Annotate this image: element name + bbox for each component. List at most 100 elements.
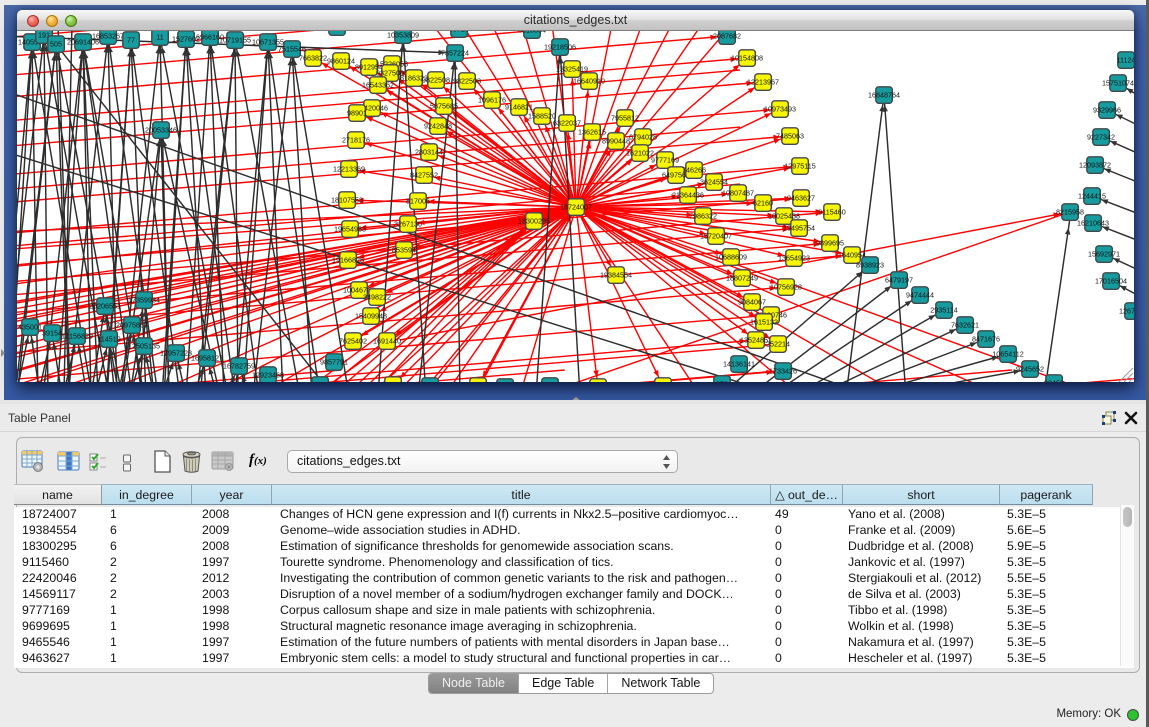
- svg-text:18107553: 18107553: [331, 195, 363, 204]
- svg-text:15692971: 15692971: [1088, 249, 1120, 258]
- svg-text:9857791: 9857791: [320, 357, 348, 366]
- svg-text:8938923: 8938923: [856, 260, 884, 269]
- svg-text:19654983: 19654983: [334, 224, 366, 233]
- svg-text:19218506: 19218506: [544, 42, 576, 51]
- svg-text:9463627: 9463627: [787, 193, 815, 202]
- svg-text:10756928: 10756928: [770, 282, 802, 291]
- svg-text:39154: 39154: [42, 328, 62, 337]
- svg-text:7357224: 7357224: [441, 48, 469, 57]
- svg-text:10154808: 10154808: [731, 53, 763, 62]
- svg-text:9146821: 9146821: [505, 102, 533, 111]
- svg-text:15409948: 15409948: [355, 311, 387, 320]
- svg-text:2718176: 2718176: [342, 135, 370, 144]
- svg-text:7632621: 7632621: [951, 320, 979, 329]
- svg-text:10719155: 10719155: [219, 35, 251, 44]
- svg-text:3498222: 3498222: [363, 292, 391, 301]
- svg-text:1733426: 1733426: [769, 366, 797, 375]
- svg-text:7252508: 7252508: [379, 380, 407, 382]
- svg-text:114519: 114519: [97, 334, 120, 343]
- svg-text:9084067: 9084067: [738, 297, 766, 306]
- svg-text:18807249: 18807249: [726, 273, 758, 282]
- svg-text:13654923: 13654923: [778, 253, 810, 262]
- svg-text:92450: 92450: [1044, 378, 1064, 382]
- svg-text:8427552: 8427552: [410, 170, 438, 179]
- svg-text:20975867: 20975867: [116, 320, 148, 329]
- svg-text:16958127: 16958127: [191, 353, 223, 362]
- svg-text:1244415: 1244415: [1078, 191, 1106, 200]
- svg-text:1691440: 1691440: [373, 336, 401, 345]
- svg-text:8471676: 8471676: [972, 334, 1000, 343]
- svg-text:21364436: 21364436: [672, 190, 704, 199]
- svg-text:18724007: 18724007: [560, 202, 592, 211]
- svg-text:16095: 16095: [468, 381, 488, 382]
- svg-text:16853267: 16853267: [92, 31, 124, 40]
- svg-text:9860124: 9860124: [327, 56, 355, 65]
- svg-text:16640: 16640: [653, 381, 673, 382]
- svg-text:435001: 435001: [18, 322, 42, 331]
- svg-text:10353809: 10353809: [387, 31, 419, 39]
- svg-text:7625402: 7625402: [339, 336, 367, 345]
- svg-text:12975115: 12975115: [784, 161, 815, 170]
- svg-text:9899695: 9899695: [816, 238, 844, 247]
- svg-text:7663822: 7663822: [299, 53, 327, 62]
- svg-text:16782759: 16782759: [223, 361, 255, 370]
- svg-text:20206551: 20206551: [89, 301, 121, 310]
- svg-text:12923468: 12923468: [252, 370, 284, 379]
- svg-text:11124: 11124: [1117, 55, 1134, 64]
- svg-text:18300295: 18300295: [518, 216, 550, 225]
- svg-text:1621022: 1621022: [626, 148, 654, 157]
- svg-text:2087682: 2087682: [713, 31, 741, 40]
- svg-text:2803144: 2803144: [415, 147, 443, 156]
- svg-text:17957223: 17957223: [160, 348, 192, 357]
- svg-text:853594: 853594: [392, 245, 416, 254]
- svg-text:7986322: 7986322: [689, 211, 717, 220]
- svg-text:62160: 62160: [753, 198, 773, 207]
- svg-text:9822508: 9822508: [422, 75, 450, 84]
- svg-text:10654112: 10654112: [992, 349, 1023, 358]
- svg-text:19495754: 19495754: [783, 223, 815, 232]
- svg-text:6322037: 6322037: [553, 118, 581, 127]
- svg-text:19166825: 19166825: [332, 255, 364, 264]
- svg-text:13325419: 13325419: [556, 64, 588, 73]
- svg-text:9777169: 9777169: [651, 155, 679, 164]
- svg-text:15751074: 15751074: [1102, 78, 1134, 87]
- svg-text:12505135: 12505135: [128, 341, 160, 350]
- svg-text:9242848: 9242848: [424, 121, 452, 130]
- svg-text:3267130: 3267130: [394, 219, 422, 228]
- svg-text:9227342: 9227342: [1087, 132, 1115, 141]
- svg-text:98901: 98901: [347, 108, 367, 117]
- svg-text:15720407: 15720407: [700, 231, 732, 240]
- svg-text:7515546: 7515546: [278, 44, 306, 53]
- svg-text:10973493: 10973493: [764, 104, 796, 113]
- svg-text:1267534: 1267534: [1119, 306, 1134, 315]
- svg-text:17016504: 17016504: [1095, 276, 1127, 285]
- svg-text:817006: 817006: [406, 196, 430, 205]
- svg-text:7485063: 7485063: [776, 131, 804, 140]
- svg-text:6794028: 6794028: [629, 132, 657, 141]
- svg-text:20053346: 20053346: [145, 125, 177, 134]
- svg-text:16640910: 16640910: [573, 76, 605, 85]
- svg-text:17359934: 17359934: [128, 295, 160, 304]
- svg-text:19384554: 19384554: [600, 270, 632, 279]
- svg-text:10025438: 10025438: [768, 211, 800, 220]
- svg-text:12213369: 12213369: [333, 164, 365, 173]
- svg-text:12213967: 12213967: [747, 77, 779, 86]
- svg-text:6479197: 6479197: [885, 275, 913, 284]
- svg-text:16543362: 16543362: [362, 80, 394, 89]
- svg-text:9822508: 9822508: [453, 76, 481, 85]
- svg-text:14136141: 14136141: [723, 359, 755, 368]
- svg-text:2935114: 2935114: [930, 305, 957, 314]
- svg-text:976: 976: [716, 379, 728, 382]
- svg-text:55720: 55720: [420, 381, 440, 382]
- svg-text:12156829: 12156829: [61, 331, 93, 340]
- svg-text:11: 11: [156, 32, 163, 41]
- svg-text:3624554: 3624554: [700, 177, 728, 186]
- svg-text:1588520: 1588520: [528, 111, 556, 120]
- svg-text:8235: 8235: [542, 381, 558, 382]
- svg-text:12093872: 12093872: [1079, 160, 1111, 169]
- svg-text:10807487: 10807487: [722, 188, 754, 197]
- svg-text:9329966: 9329966: [1093, 105, 1121, 114]
- svg-text:9115460: 9115460: [818, 207, 845, 216]
- svg-text:8813054: 8813054: [518, 31, 546, 34]
- svg-text:505: 505: [50, 39, 62, 48]
